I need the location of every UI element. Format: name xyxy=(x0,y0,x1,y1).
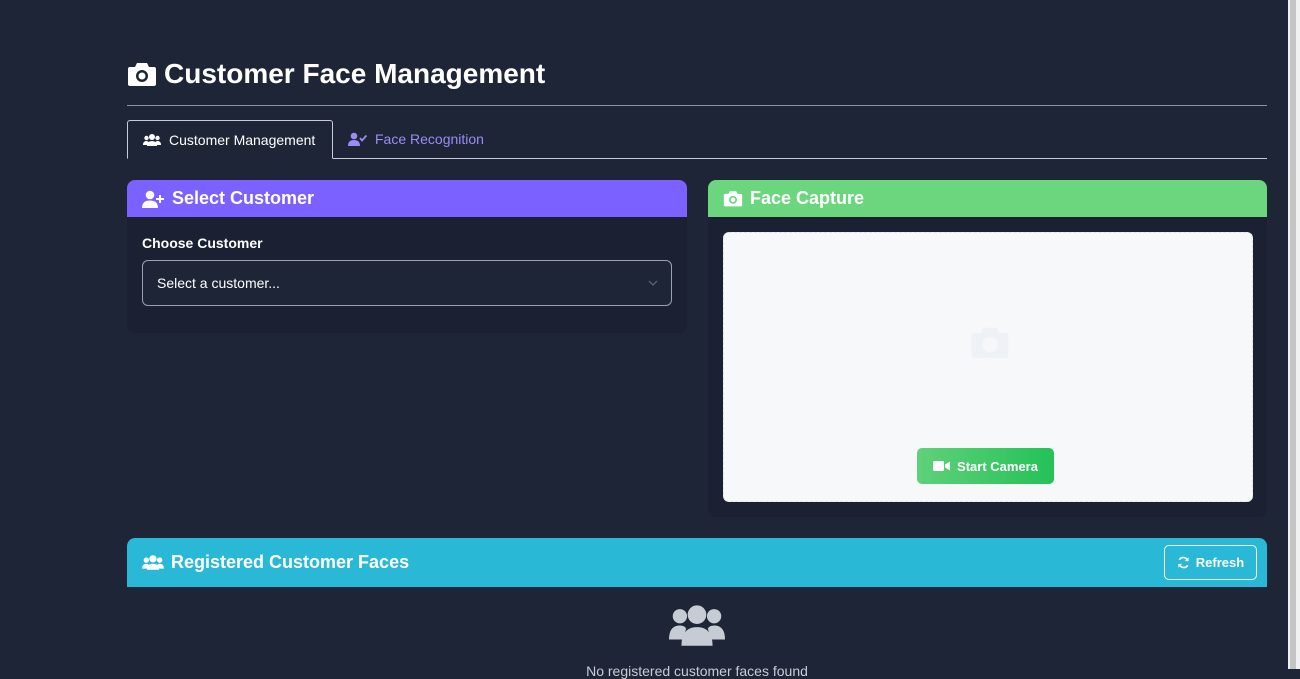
button-label: Start Camera xyxy=(957,458,1038,474)
page-title-text: Customer Face Management xyxy=(164,58,546,89)
camera-icon xyxy=(723,191,743,207)
tab-customer-management[interactable]: Customer Management xyxy=(127,120,333,159)
start-camera-button[interactable]: Start Camera xyxy=(917,448,1054,484)
refresh-icon xyxy=(1178,556,1189,569)
user-plus-icon xyxy=(142,190,164,208)
users-icon xyxy=(143,133,161,146)
customer-select[interactable]: Select a customer... xyxy=(142,260,672,306)
button-label: Refresh xyxy=(1195,555,1245,570)
choose-customer-label: Choose Customer xyxy=(142,235,263,251)
face-capture-card: Face Capture Start Camera xyxy=(708,180,1267,517)
camera-placeholder-icon xyxy=(971,327,1009,358)
tab-face-recognition[interactable]: Face Recognition xyxy=(333,120,503,158)
select-value: Select a customer... xyxy=(157,275,280,291)
registered-faces-card: Registered Customer Faces Refresh No reg… xyxy=(127,538,1267,679)
tab-label: Customer Management xyxy=(169,131,316,148)
face-capture-header: Face Capture xyxy=(708,180,1267,217)
tab-bar: Customer Management Face Recognition xyxy=(127,120,1267,159)
refresh-button[interactable]: Refresh xyxy=(1164,545,1257,580)
camera-icon xyxy=(128,63,156,86)
select-customer-card: Select Customer Choose Customer Select a… xyxy=(127,180,687,333)
page-header: Customer Face Management xyxy=(127,56,1267,106)
users-empty-icon xyxy=(669,605,725,646)
card-title: Select Customer xyxy=(172,188,315,208)
select-customer-header: Select Customer xyxy=(127,180,687,217)
camera-preview: Start Camera xyxy=(723,232,1253,502)
chevron-down-icon xyxy=(648,280,658,286)
empty-state-text: No registered customer faces found xyxy=(586,663,808,679)
page-title: Customer Face Management xyxy=(127,58,545,90)
tab-label: Face Recognition xyxy=(375,131,484,147)
user-check-icon xyxy=(348,132,367,146)
video-icon xyxy=(933,461,951,471)
users-icon xyxy=(142,555,164,570)
card-title: Registered Customer Faces xyxy=(171,552,410,572)
registered-faces-header: Registered Customer Faces xyxy=(127,538,1267,587)
card-title: Face Capture xyxy=(750,188,865,208)
scrollbar-thumb[interactable] xyxy=(1290,0,1296,669)
